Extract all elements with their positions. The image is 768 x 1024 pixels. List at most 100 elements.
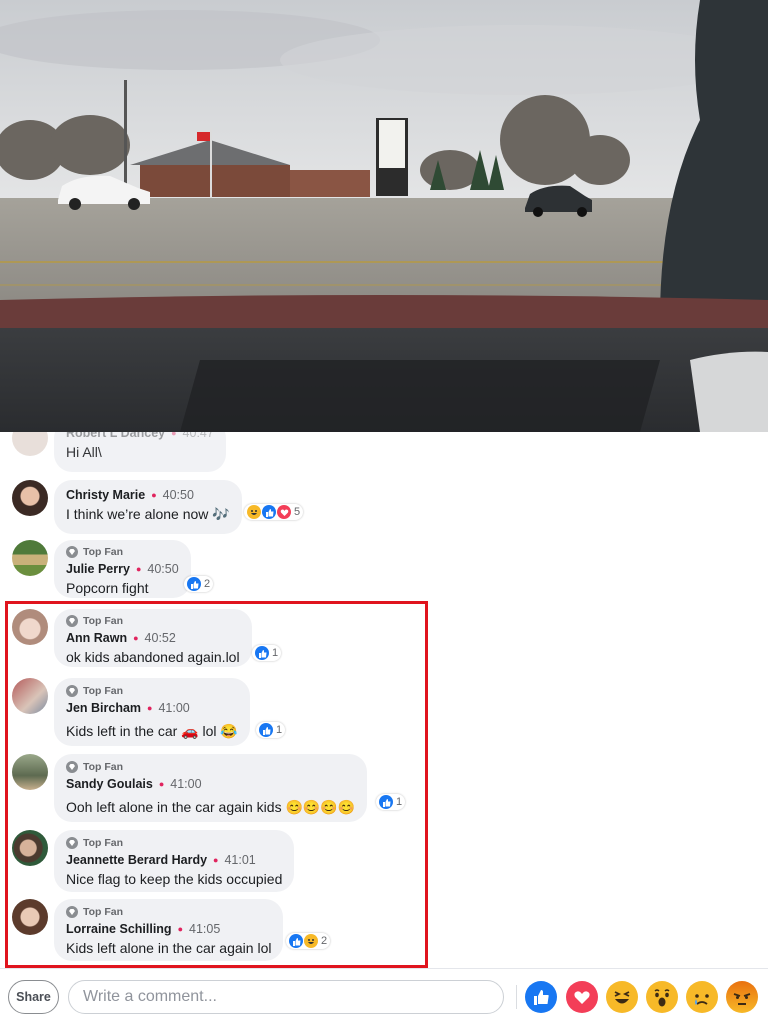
top-fan-icon [66,906,78,918]
top-fan-label: Top Fan [83,546,124,558]
top-fan-label: Top Fan [83,761,124,773]
comment-time: 40:52 [144,631,176,645]
commenter-name[interactable]: Lorraine Schilling [66,920,172,938]
live-dot-icon: ● [213,855,219,865]
like-icon [255,646,269,660]
angry-icon[interactable] [726,981,758,1013]
top-fan-icon [66,685,78,697]
reaction-summary[interactable]: 1 [256,722,286,738]
top-fan-badge: Top Fan [66,613,240,629]
comment-bubble: Top Fan Jen Bircham ● 41:00 Kids left in… [54,678,250,746]
reaction-count: 2 [321,935,328,947]
reaction-count: 1 [272,647,279,659]
comment-time: 40:47 [182,432,214,440]
like-icon [379,795,393,809]
top-fan-badge: Top Fan [66,544,179,560]
top-fan-badge: Top Fan [66,835,282,851]
comment-bubble: Top Fan Lorraine Schilling ● 41:05 Kids … [54,899,284,961]
commenter-name[interactable]: Christy Marie [66,486,145,504]
reaction-count: 1 [276,724,283,736]
comment-time: 40:50 [162,488,194,502]
like-icon [262,505,276,519]
haha-icon[interactable] [606,981,638,1013]
comment-bubble: Top Fan Jeannette Berard Hardy ● 41:01 N… [54,830,295,892]
avatar[interactable] [12,678,48,714]
comment-bubble: Top Fan Ann Rawn ● 40:52 ok kids abandon… [54,609,252,667]
comment-text: Kids left in the car 🚗 lol 😂 [66,723,238,739]
comment-text: ok kids abandoned again.lol [66,649,240,665]
comment-text: Ooh left alone in the car again kids 😊😊😊… [66,799,356,815]
comment-time: 41:05 [189,922,221,936]
top-fan-label: Top Fan [83,906,124,918]
comment-bar: Share [0,968,768,1024]
comment-time: 41:00 [170,777,202,791]
comments-list[interactable]: Robert L Dancey ● 40:47 Hi All\ Christy … [0,432,768,967]
top-fan-label: Top Fan [83,615,124,627]
comment-time: 41:01 [224,853,256,867]
reaction-summary[interactable]: 1 [252,645,282,661]
avatar[interactable] [12,754,48,790]
like-icon [259,723,273,737]
comment-input[interactable] [68,980,504,1014]
reaction-summary[interactable]: 1 [376,794,406,810]
top-fan-badge: Top Fan [66,683,238,699]
avatar[interactable] [12,899,48,935]
love-icon[interactable] [566,981,598,1013]
top-fan-icon [66,837,78,849]
live-dot-icon: ● [151,490,157,500]
wow-icon[interactable] [646,981,678,1013]
comment-text: Kids left alone in the car again lol [66,940,272,956]
reaction-count: 5 [294,506,301,518]
live-dot-icon: ● [133,633,139,643]
comment-bubble: Top Fan Julie Perry ● 40:50 Popcorn figh… [54,540,191,598]
commenter-name[interactable]: Julie Perry [66,560,130,578]
comment-time: 41:00 [158,701,190,715]
haha-icon [247,505,261,519]
comment-bubble: Top Fan Sandy Goulais ● 41:00 Ooh left a… [54,754,368,822]
reaction-summary[interactable]: 2 [286,933,331,949]
commenter-name[interactable]: Jeannette Berard Hardy [66,851,207,869]
commenter-name[interactable]: Robert L Dancey [66,432,165,442]
top-fan-icon [66,761,78,773]
video-scene [0,0,768,432]
reaction-summary[interactable]: 5 [244,504,304,520]
avatar[interactable] [12,830,48,866]
reaction-summary[interactable]: 2 [184,576,214,592]
share-button[interactable]: Share [8,980,59,1014]
live-video-frame[interactable] [0,0,768,432]
live-dot-icon: ● [158,779,165,789]
top-fan-badge: Top Fan [66,904,271,920]
top-fan-label: Top Fan [83,685,124,697]
like-icon [289,934,303,948]
live-dot-icon: ● [177,924,184,934]
top-fan-icon [66,615,78,627]
reaction-count: 2 [204,578,211,590]
like-icon[interactable] [525,981,557,1013]
commenter-name[interactable]: Ann Rawn [66,629,127,647]
comment-bubble: Christy Marie ● 40:50 I think we’re alon… [54,480,242,534]
divider [516,985,517,1009]
haha-icon [304,934,318,948]
top-fan-label: Top Fan [83,837,124,849]
avatar[interactable] [12,480,48,516]
live-dot-icon: ● [171,432,177,438]
comment-text: Popcorn fight [66,580,149,596]
sad-icon[interactable] [686,981,718,1013]
top-fan-icon [66,546,78,558]
top-fan-badge: Top Fan [66,759,355,775]
avatar[interactable] [12,540,48,576]
commenter-name[interactable]: Sandy Goulais [66,775,153,793]
live-dot-icon: ● [135,564,142,574]
comment-bubble: Robert L Dancey ● 40:47 Hi All\ [54,432,226,472]
comment-time: 40:50 [147,562,179,576]
reaction-count: 1 [396,796,403,808]
commenter-name[interactable]: Jen Bircham [66,699,141,717]
like-icon [187,577,201,591]
comment-text: I think we’re alone now 🎶 [66,506,230,522]
comment-text: Nice flag to keep the kids occupied [66,871,283,887]
love-icon [277,505,291,519]
avatar[interactable] [12,609,48,645]
avatar[interactable] [12,432,48,456]
live-dot-icon: ● [147,703,153,713]
comment-text: Hi All\ [66,444,102,460]
